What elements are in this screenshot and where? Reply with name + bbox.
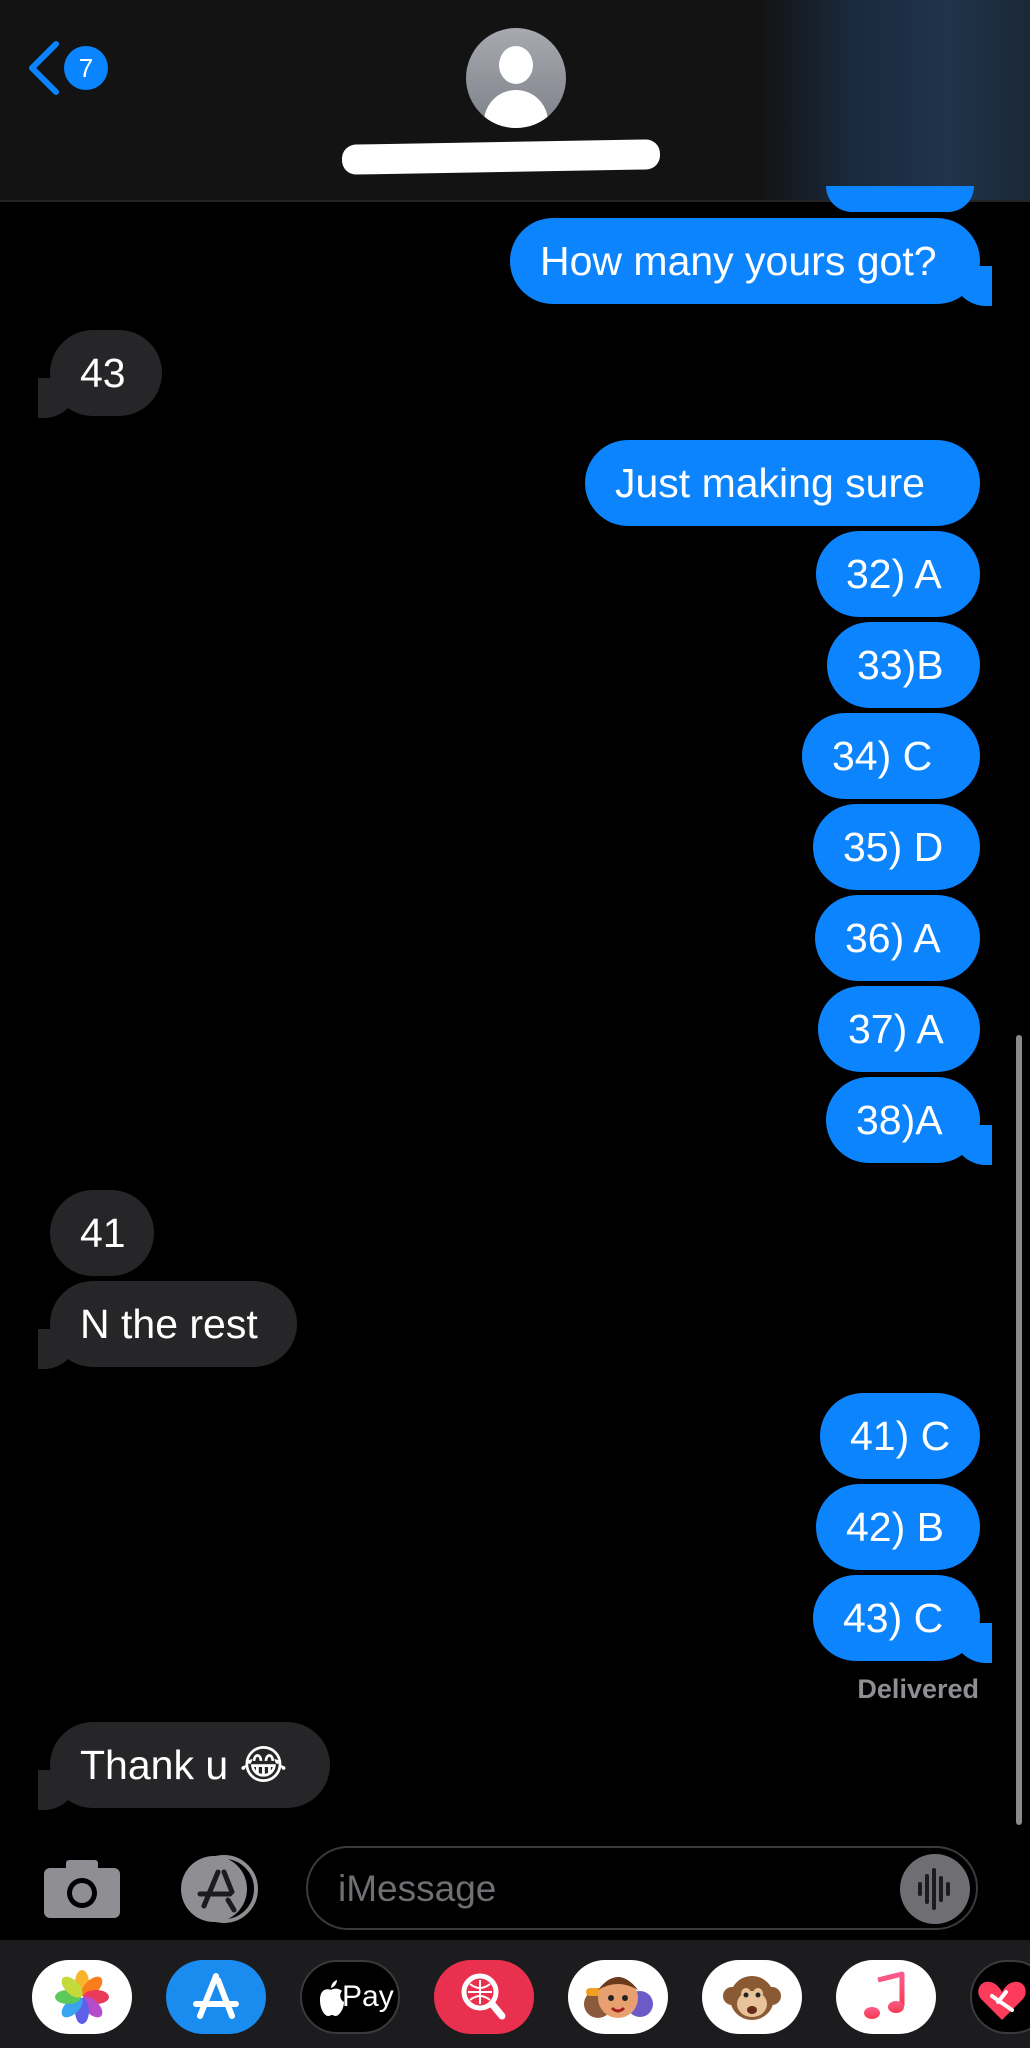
photos-icon (55, 1970, 109, 2024)
person-icon-body (484, 90, 548, 128)
digital-touch-icon (978, 1981, 1026, 2020)
app-store-icon (181, 1855, 258, 1923)
message-bubble-outgoing[interactable]: 36) A (815, 895, 980, 981)
camera-icon (44, 1860, 120, 1918)
waveform-icon (918, 1868, 950, 1910)
message-bubble-outgoing[interactable]: 33)B (827, 622, 980, 708)
apple-pay-label: Pay (342, 1980, 394, 2013)
message-bubble-outgoing[interactable]: 32) A (816, 531, 980, 617)
animoji-app-button[interactable] (702, 1960, 802, 2034)
audio-message-button[interactable] (900, 1854, 970, 1924)
header-glow (760, 0, 1030, 200)
apps-button[interactable] (174, 1854, 266, 1924)
memoji-icon (584, 1977, 653, 2018)
image-search-app-button[interactable] (434, 1960, 534, 2034)
camera-button[interactable] (42, 1858, 122, 1920)
app-store-app-button[interactable] (166, 1960, 266, 2034)
bubble-tail (38, 1770, 78, 1810)
message-bubble-incoming[interactable]: N the rest (50, 1281, 297, 1367)
music-icon (864, 1971, 905, 2019)
scrollbar[interactable] (1016, 1035, 1022, 1825)
message-bubble-outgoing[interactable]: Just making sure (585, 440, 980, 526)
apple-pay-app-button[interactable]: Pay (300, 1960, 400, 2034)
bubble-tail (38, 378, 78, 418)
message-input-field[interactable] (306, 1846, 978, 1930)
bubble-tail (952, 1623, 992, 1663)
message-bubble-outgoing[interactable]: How many yours got? (510, 218, 980, 304)
music-app-button[interactable] (836, 1960, 936, 2034)
conversation-header: 7 (0, 0, 1030, 200)
app-store-icon (193, 1973, 239, 2019)
app-drawer: Pay (0, 1940, 1030, 2048)
back-button[interactable]: 7 (26, 36, 116, 100)
chevron-left-icon (29, 41, 59, 95)
partial-message-bubble (826, 186, 974, 212)
message-input[interactable] (336, 1848, 900, 1930)
person-icon-head (499, 46, 533, 84)
message-bubble-incoming[interactable]: Thank u 😂 (50, 1722, 330, 1808)
image-search-icon (461, 1973, 506, 2020)
unread-count-badge: 7 (64, 46, 108, 90)
message-bubble-incoming[interactable]: 41 (50, 1190, 154, 1276)
message-bubble-outgoing[interactable]: 34) C (802, 713, 980, 799)
message-bubble-outgoing[interactable]: 37) A (818, 986, 980, 1072)
message-bubble-outgoing[interactable]: 35) D (813, 804, 980, 890)
photos-app-button[interactable] (32, 1960, 132, 2034)
message-bubble-outgoing[interactable]: 43) C (813, 1575, 980, 1661)
bubble-tail (952, 1125, 992, 1165)
delivered-status: Delivered (857, 1674, 979, 1704)
bubble-tail (952, 266, 992, 306)
contact-avatar[interactable] (466, 28, 566, 128)
message-bubble-outgoing[interactable]: 41) C (820, 1393, 980, 1479)
bubble-tail (38, 1329, 78, 1369)
digital-touch-app-button[interactable] (970, 1960, 1030, 2034)
memoji-app-button[interactable] (568, 1960, 668, 2034)
contact-name-redacted (341, 139, 661, 175)
message-bubble-outgoing[interactable]: 42) B (816, 1484, 980, 1570)
animoji-monkey-icon (723, 1976, 781, 2020)
